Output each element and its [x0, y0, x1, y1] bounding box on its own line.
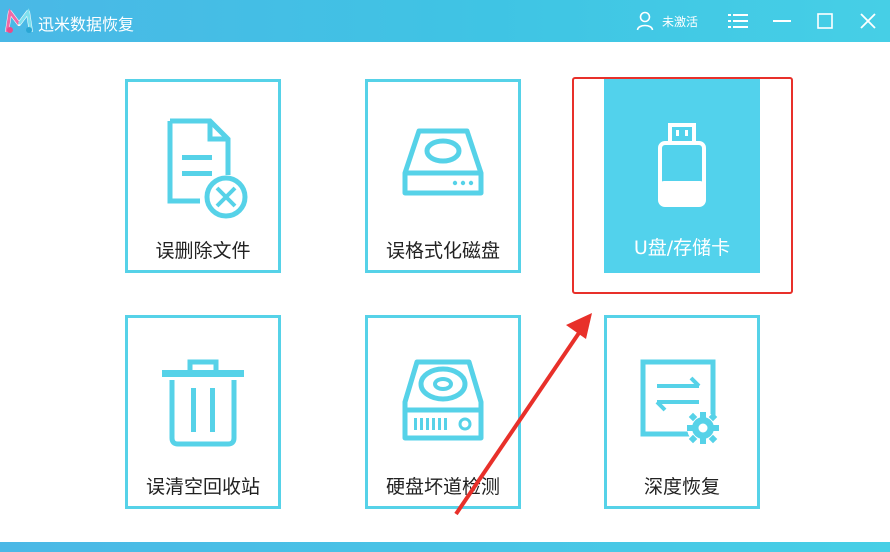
footer-bar [0, 542, 890, 552]
annotation-arrow [454, 313, 592, 516]
